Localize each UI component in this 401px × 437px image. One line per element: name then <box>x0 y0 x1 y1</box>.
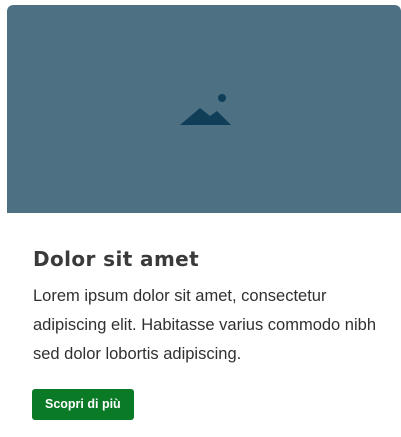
card-body: Dolor sit amet Lorem ipsum dolor sit ame… <box>7 213 401 437</box>
learn-more-button[interactable]: Scopri di più <box>32 389 134 420</box>
card-title: Dolor sit amet <box>33 247 200 271</box>
card: Dolor sit amet Lorem ipsum dolor sit ame… <box>7 5 401 437</box>
card-text: Lorem ipsum dolor sit amet, consectetur … <box>33 287 377 363</box>
image-placeholder-icon <box>180 94 231 125</box>
card-image-placeholder <box>7 5 401 213</box>
